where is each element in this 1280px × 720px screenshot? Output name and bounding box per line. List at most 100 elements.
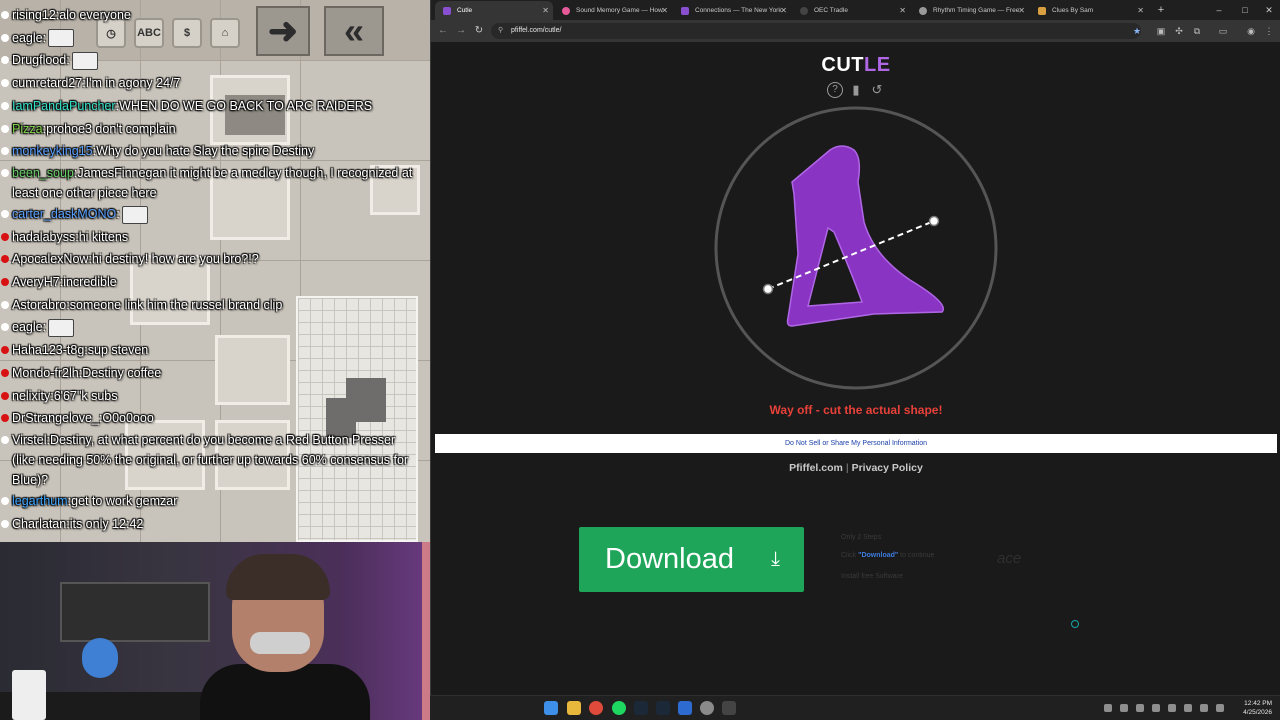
chat-text: WHEN DO WE GO BACK TO ARC RAIDERS xyxy=(119,98,373,113)
download-icon: ⤓ xyxy=(771,548,780,570)
tab-favicon-icon xyxy=(681,7,689,15)
volume-icon[interactable] xyxy=(1216,704,1224,712)
ad-steps-title: Only 2 Steps xyxy=(841,534,882,541)
address-bar[interactable]: ⚲ pfiffel.com/cutle/ xyxy=(491,23,1141,39)
close-tab-icon[interactable]: ✕ xyxy=(542,1,549,20)
tab-sound-memory[interactable]: Sound Memory Game — How ✕ xyxy=(554,1,672,20)
chat-message: carter_daskMONO: xyxy=(0,203,430,226)
chat-text: 6'67"k subs xyxy=(53,388,118,403)
tray-icon[interactable] xyxy=(1168,704,1176,712)
tab-connections[interactable]: Connections — The New York ✕ xyxy=(673,1,791,20)
cut-start-handle[interactable] xyxy=(762,283,774,295)
app-icon[interactable] xyxy=(722,701,736,715)
tray-icon[interactable] xyxy=(1152,704,1160,712)
chat-username[interactable]: rising12 xyxy=(12,8,56,22)
close-tab-icon[interactable]: ✕ xyxy=(1137,1,1144,20)
chat-badge-icon xyxy=(1,168,9,177)
chat-message: eagle: xyxy=(0,27,430,50)
chat-badge-icon xyxy=(1,56,9,65)
tray-chevron-icon[interactable] xyxy=(1104,704,1112,712)
close-tab-icon[interactable]: ✕ xyxy=(1018,1,1025,20)
menu-kebab-icon[interactable]: ⋮ xyxy=(1261,23,1277,39)
app-icon[interactable] xyxy=(678,701,692,715)
chat-username[interactable]: Astorabro xyxy=(12,298,66,312)
file-explorer-icon[interactable] xyxy=(567,701,581,715)
chat-username[interactable]: monkeyking15 xyxy=(12,144,93,158)
tab-clues-by-sam[interactable]: Clues By Sam ✕ xyxy=(1030,1,1148,20)
pfiffel-home-link[interactable]: Pfiffel.com xyxy=(789,462,843,474)
privacy-policy-link[interactable]: Privacy Policy xyxy=(852,462,923,474)
reload-icon[interactable]: ↻ xyxy=(471,23,487,39)
chat-username[interactable]: hadalabyss xyxy=(12,230,75,244)
do-not-sell-link[interactable]: Do Not Sell or Share My Personal Informa… xyxy=(785,440,927,447)
minimize-button[interactable]: – xyxy=(1207,2,1231,18)
start-icon[interactable] xyxy=(544,701,558,715)
chat-username[interactable]: AveryH7 xyxy=(12,275,60,289)
chat-username[interactable]: eagle xyxy=(12,31,43,45)
chat-badge-icon xyxy=(1,368,9,377)
forward-icon[interactable]: → xyxy=(453,23,469,39)
ad-info-icon[interactable] xyxy=(1071,620,1079,628)
extension-icon[interactable]: ▣ xyxy=(1153,23,1169,39)
chat-username[interactable]: been_soup xyxy=(12,166,74,180)
tab-oec-tradle[interactable]: OEC Tradle ✕ xyxy=(792,1,910,20)
chat-username[interactable]: Haha123-t8g xyxy=(12,343,84,357)
steam-icon[interactable] xyxy=(656,701,670,715)
side-panel-icon[interactable]: ▭ xyxy=(1215,23,1231,39)
target-shape xyxy=(786,145,944,327)
chat-username[interactable]: Drugflood xyxy=(12,53,66,67)
chat-message: Pizza:prohoe3 don't complain xyxy=(0,118,430,141)
back-icon[interactable]: ← xyxy=(435,23,451,39)
tab-rhythm-timing[interactable]: Rhythm Timing Game — Free ✕ xyxy=(911,1,1029,20)
stats-icon[interactable]: ▮ xyxy=(848,82,864,98)
close-window-button[interactable]: ✕ xyxy=(1257,2,1280,18)
chat-badge-icon xyxy=(1,519,9,528)
taskbar-clock[interactable]: 12:42 PM 4/25/2026 xyxy=(1243,699,1272,717)
chat-username[interactable]: Virstel xyxy=(12,433,47,447)
chat-username[interactable]: DrStrangelove_ xyxy=(12,411,99,425)
profile-icon[interactable]: ◉ xyxy=(1243,23,1259,39)
chat-username[interactable]: eagle xyxy=(12,320,43,334)
tab-favicon-icon xyxy=(919,7,927,15)
chat-username[interactable]: IamPandaPuncher xyxy=(12,99,116,113)
close-tab-icon[interactable]: ✕ xyxy=(661,1,668,20)
cut-end-handle[interactable] xyxy=(928,215,940,227)
ad-download-button[interactable]: Download ⤓ xyxy=(579,527,804,592)
spotify-icon[interactable] xyxy=(612,701,626,715)
help-icon[interactable]: ? xyxy=(827,82,843,98)
extensions-puzzle-icon[interactable]: ⧉ xyxy=(1189,23,1205,39)
extension-icon[interactable]: ✣ xyxy=(1171,23,1187,39)
settings-icon[interactable] xyxy=(700,701,714,715)
chat-username[interactable]: Charlatan xyxy=(12,517,66,531)
cutle-board[interactable] xyxy=(712,104,1000,392)
chat-badge-icon xyxy=(1,255,9,264)
chat-text: alo everyone xyxy=(59,8,131,22)
chat-username[interactable]: cumretard27 xyxy=(12,76,82,90)
tray-icon[interactable] xyxy=(1120,704,1128,712)
history-icon[interactable]: ↺ xyxy=(869,82,885,98)
tab-cutle[interactable]: Cutle ✕ xyxy=(435,1,553,20)
chrome-icon[interactable] xyxy=(589,701,603,715)
network-icon[interactable] xyxy=(1200,704,1208,712)
chat-badge-icon xyxy=(1,496,9,505)
close-tab-icon[interactable]: ✕ xyxy=(899,1,906,20)
chat-username[interactable]: ApocalexNow xyxy=(12,252,88,266)
maximize-button[interactable]: □ xyxy=(1233,2,1257,18)
chat-username[interactable]: Mondo-fr2lh xyxy=(12,366,79,380)
chat-username[interactable]: Pizza xyxy=(12,122,43,136)
chat-text: Destiny coffee xyxy=(82,365,162,380)
bookmark-star-icon[interactable]: ★ xyxy=(1129,23,1145,39)
tray-icon[interactable] xyxy=(1184,704,1192,712)
tray-icon[interactable] xyxy=(1136,704,1144,712)
steam-icon[interactable] xyxy=(634,701,648,715)
tab-favicon-icon xyxy=(1038,7,1046,15)
chat-username[interactable]: nelixity xyxy=(12,389,50,403)
cutle-page: CUTLE ? ▮ ↺ Way off - cut the actual sha… xyxy=(431,42,1280,695)
cutle-favicon-icon xyxy=(443,7,451,15)
chat-text: sup steven xyxy=(87,343,149,358)
chat-username[interactable]: legarthum xyxy=(12,494,68,508)
site-info-icon[interactable]: ⚲ xyxy=(498,23,503,39)
new-tab-button[interactable]: + xyxy=(1153,2,1169,18)
close-tab-icon[interactable]: ✕ xyxy=(780,1,787,20)
chat-username[interactable]: carter_daskMONO xyxy=(12,207,116,221)
